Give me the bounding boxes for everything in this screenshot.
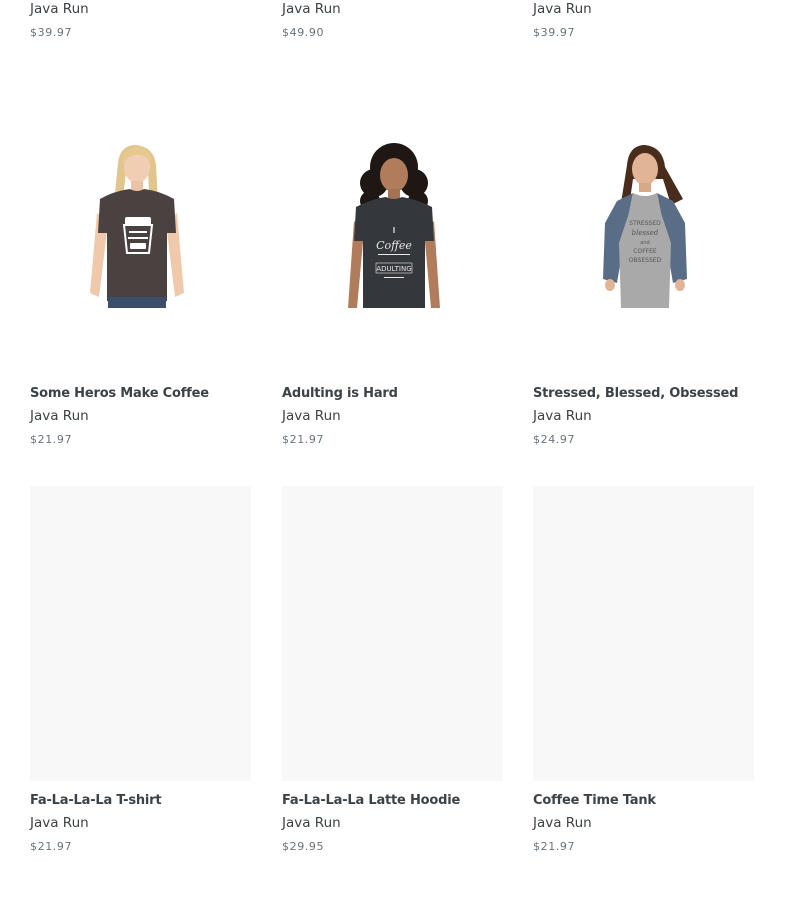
product-vendor: Java Run: [533, 815, 592, 831]
woman-raglan-tshirt-image: STRESSED blessed and COFFEE OBSESSED: [603, 145, 687, 308]
product-title[interactable]: Fa-La-La-La T-shirt: [30, 793, 251, 809]
product-vendor: Java Run: [30, 815, 89, 831]
product-vendor: Java Run: [282, 1, 341, 17]
product-image-placeholder[interactable]: [533, 486, 754, 781]
product-title[interactable]: Fa-La-La-La Latte Hoodie: [282, 793, 503, 809]
product-vendor: Java Run: [533, 408, 592, 424]
product-card[interactable]: Coffee ADULTING Adulting is Hard Java Ru…: [282, 143, 503, 447]
product-card[interactable]: Coffee Time Tank Java Run $21.97: [533, 486, 754, 854]
product-price: $21.97: [282, 433, 325, 446]
product-info: Fa-La-La-La T-shirt Java Run $21.97: [30, 793, 251, 854]
product-title[interactable]: Some Heros Make Coffee: [30, 386, 251, 402]
product-price: $24.97: [533, 433, 576, 446]
product-card[interactable]: Java Run $39.97: [30, 1, 251, 40]
product-card[interactable]: Java Run $39.97: [533, 1, 754, 40]
product-image[interactable]: [30, 143, 251, 308]
product-card[interactable]: STRESSED blessed and COFFEE OBSESSED Str…: [533, 143, 754, 447]
product-price: $49.90: [282, 26, 325, 39]
product-image-placeholder[interactable]: [30, 486, 251, 781]
svg-text:Coffee: Coffee: [376, 239, 412, 252]
product-title[interactable]: Coffee Time Tank: [533, 793, 754, 809]
product-card[interactable]: Java Run $49.90: [282, 1, 503, 40]
product-card[interactable]: Some Heros Make Coffee Java Run $21.97: [30, 143, 251, 447]
product-info: Some Heros Make Coffee Java Run $21.97: [30, 386, 251, 447]
product-vendor: Java Run: [30, 408, 89, 424]
product-price: $39.97: [533, 26, 576, 39]
svg-text:and: and: [640, 240, 649, 246]
product-info: Stressed, Blessed, Obsessed Java Run $24…: [533, 386, 754, 447]
svg-text:COFFEE: COFFEE: [633, 248, 657, 255]
product-price: $21.97: [533, 840, 576, 853]
svg-text:STRESSED: STRESSED: [629, 220, 661, 227]
product-vendor: Java Run: [533, 1, 592, 17]
product-card[interactable]: Fa-La-La-La T-shirt Java Run $21.97: [30, 486, 251, 854]
product-title[interactable]: Adulting is Hard: [282, 386, 503, 402]
svg-text:OBSESSED: OBSESSED: [629, 257, 662, 264]
product-price: $21.97: [30, 433, 73, 446]
svg-text:blessed: blessed: [632, 229, 659, 237]
product-info: Coffee Time Tank Java Run $21.97: [533, 793, 754, 854]
woman-charcoal-tshirt-image: Coffee ADULTING: [348, 143, 440, 308]
product-info: Adulting is Hard Java Run $21.97: [282, 386, 503, 447]
product-vendor: Java Run: [30, 1, 89, 17]
product-vendor: Java Run: [282, 815, 341, 831]
product-card[interactable]: Fa-La-La-La Latte Hoodie Java Run $29.95: [282, 486, 503, 854]
product-image[interactable]: Coffee ADULTING: [282, 143, 503, 308]
product-image-placeholder[interactable]: [282, 486, 503, 781]
product-title[interactable]: Stressed, Blessed, Obsessed: [533, 386, 754, 402]
product-image[interactable]: STRESSED blessed and COFFEE OBSESSED: [533, 143, 754, 308]
woman-brown-tshirt-image: [90, 145, 184, 308]
shirt-body: [354, 197, 434, 308]
product-price: $39.97: [30, 26, 73, 39]
product-vendor: Java Run: [282, 408, 341, 424]
svg-text:ADULTING: ADULTING: [376, 265, 411, 273]
product-price: $21.97: [30, 840, 73, 853]
product-info: Fa-La-La-La Latte Hoodie Java Run $29.95: [282, 793, 503, 854]
product-price: $29.95: [282, 840, 325, 853]
